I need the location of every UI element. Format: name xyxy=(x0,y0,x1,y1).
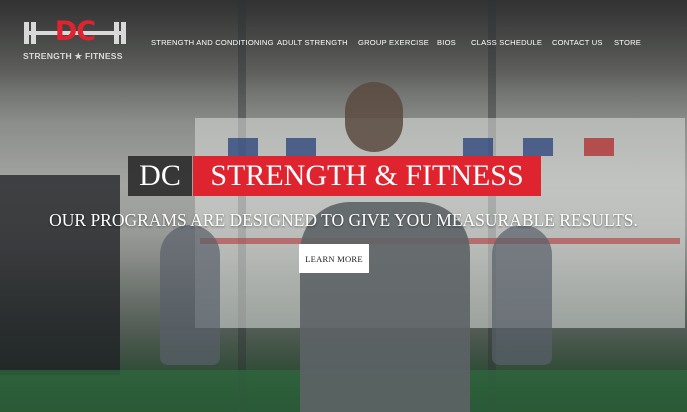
nav-contact-us[interactable]: CONTACT US xyxy=(552,38,603,47)
nav-adult-strength[interactable]: ADULT STRENGTH xyxy=(277,38,348,47)
background-athlete xyxy=(492,225,552,365)
background-equipment-rack xyxy=(0,175,120,375)
nav-class-schedule[interactable]: CLASS SCHEDULE xyxy=(471,38,542,47)
athlete-torso xyxy=(300,202,470,412)
nav-store[interactable]: STORE xyxy=(614,38,641,47)
learn-more-button[interactable]: LEARN MORE xyxy=(299,244,369,273)
nav-strength-conditioning[interactable]: STRENGTH AND CONDITIONING xyxy=(151,38,274,47)
background-banner xyxy=(584,138,614,156)
main-navigation: STRENGTH AND CONDITIONING ADULT STRENGTH… xyxy=(0,38,687,50)
athlete-head xyxy=(345,82,403,152)
hero-title-dc: DC xyxy=(128,156,192,196)
nav-group-exercise[interactable]: GROUP EXERCISE xyxy=(358,38,429,47)
background-banner xyxy=(228,138,258,156)
logo-wordmark: STRENGTH ★ FITNESS xyxy=(23,51,123,61)
background-banner xyxy=(523,138,553,156)
hero-title-strength-fitness: STRENGTH & FITNESS xyxy=(193,156,541,196)
background-banner xyxy=(463,138,493,156)
background-athlete xyxy=(160,225,220,365)
hero-subtitle: OUR PROGRAMS ARE DESIGNED TO GIVE YOU ME… xyxy=(49,210,638,230)
nav-bios[interactable]: BIOS xyxy=(437,38,456,47)
